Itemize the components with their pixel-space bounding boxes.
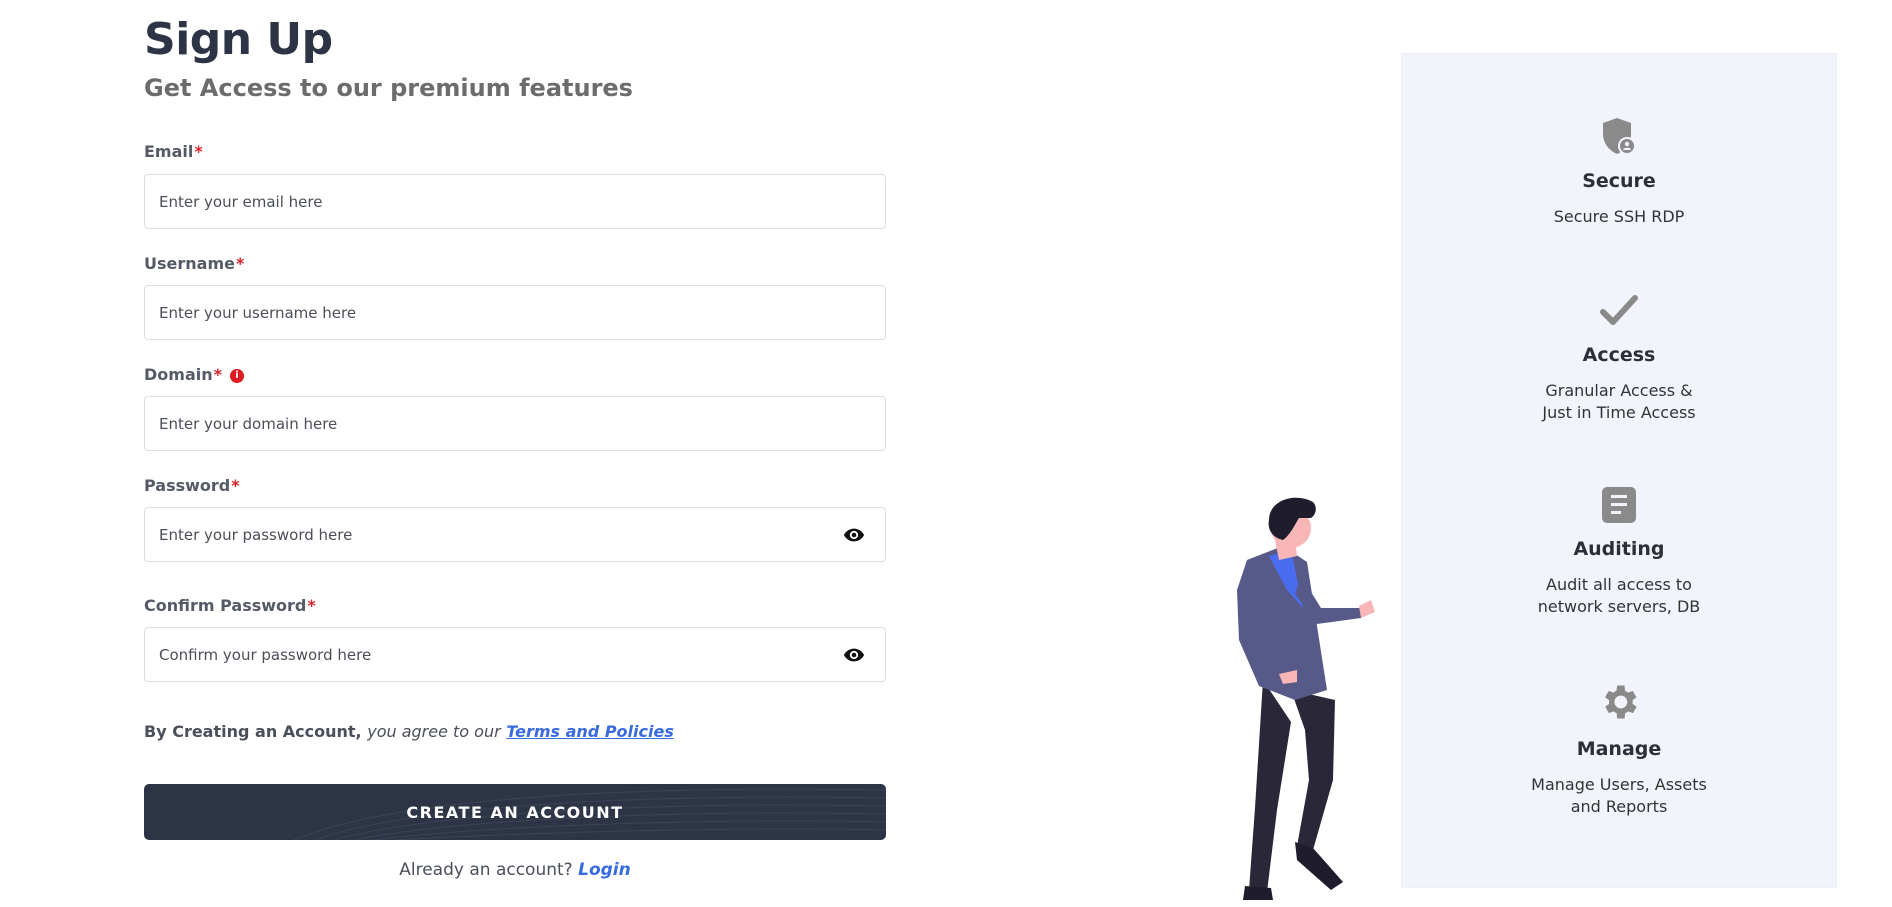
confirm-password-label: Confirm Password * [144, 596, 316, 615]
terms-link[interactable]: Terms and Policies [506, 722, 674, 741]
feature-auditing: Auditing Audit all access to network ser… [1402, 486, 1836, 618]
feature-description: Manage Users, Assets and Reports [1531, 775, 1707, 816]
password-label-text: Password [144, 476, 231, 495]
required-mark: * [194, 142, 203, 161]
required-mark: * [213, 365, 222, 384]
feature-description: Secure SSH RDP [1553, 207, 1685, 226]
terms-prefix: By Creating an Account, [144, 722, 362, 741]
domain-field[interactable] [144, 396, 886, 451]
confirm-password-label-text: Confirm Password [144, 596, 307, 615]
domain-label: Domain * i [144, 365, 244, 384]
eye-icon[interactable] [842, 523, 866, 547]
login-prompt: Already an account? Login [144, 860, 886, 880]
required-mark: * [307, 596, 316, 615]
email-field[interactable] [144, 174, 886, 229]
feature-title: Auditing [1573, 538, 1665, 560]
create-account-button[interactable]: CREATE AN ACCOUNT [144, 784, 886, 840]
email-label: Email * [144, 142, 203, 161]
feature-title: Manage [1576, 738, 1662, 760]
person-illustration [1237, 497, 1375, 900]
username-field[interactable] [144, 285, 886, 340]
login-prompt-text: Already an account? [399, 860, 573, 880]
feature-title: Access [1582, 344, 1656, 366]
username-label-text: Username [144, 254, 235, 273]
page-subtitle: Get Access to our premium features [144, 74, 633, 102]
features-panel: Secure Secure SSH RDP Access Granular Ac… [1401, 53, 1837, 888]
document-icon [1402, 486, 1836, 524]
password-field[interactable] [144, 507, 886, 562]
password-label: Password * [144, 476, 240, 495]
required-mark: * [231, 476, 240, 495]
checkmark-icon [1402, 290, 1836, 330]
feature-description: Granular Access & Just in Time Access [1542, 381, 1696, 422]
terms-middle: you agree to our [367, 722, 501, 741]
shield-user-icon [1402, 116, 1836, 156]
username-label: Username * [144, 254, 244, 273]
required-mark: * [235, 254, 245, 273]
login-link[interactable]: Login [578, 860, 631, 880]
eye-icon[interactable] [842, 643, 866, 667]
email-label-text: Email [144, 142, 194, 161]
domain-label-text: Domain [144, 365, 213, 384]
gear-icon [1402, 680, 1836, 724]
feature-manage: Manage Manage Users, Assets and Reports [1402, 680, 1836, 818]
terms-text: By Creating an Account, you agree to our… [144, 722, 674, 741]
info-icon[interactable]: i [230, 369, 244, 383]
create-account-label: CREATE AN ACCOUNT [406, 802, 624, 822]
confirm-password-field[interactable] [144, 627, 886, 682]
feature-access: Access Granular Access & Just in Time Ac… [1402, 290, 1836, 424]
feature-description: Audit all access to network servers, DB [1537, 575, 1701, 616]
page-title: Sign Up [144, 14, 333, 65]
feature-title: Secure [1582, 170, 1656, 192]
feature-secure: Secure Secure SSH RDP [1402, 116, 1836, 228]
